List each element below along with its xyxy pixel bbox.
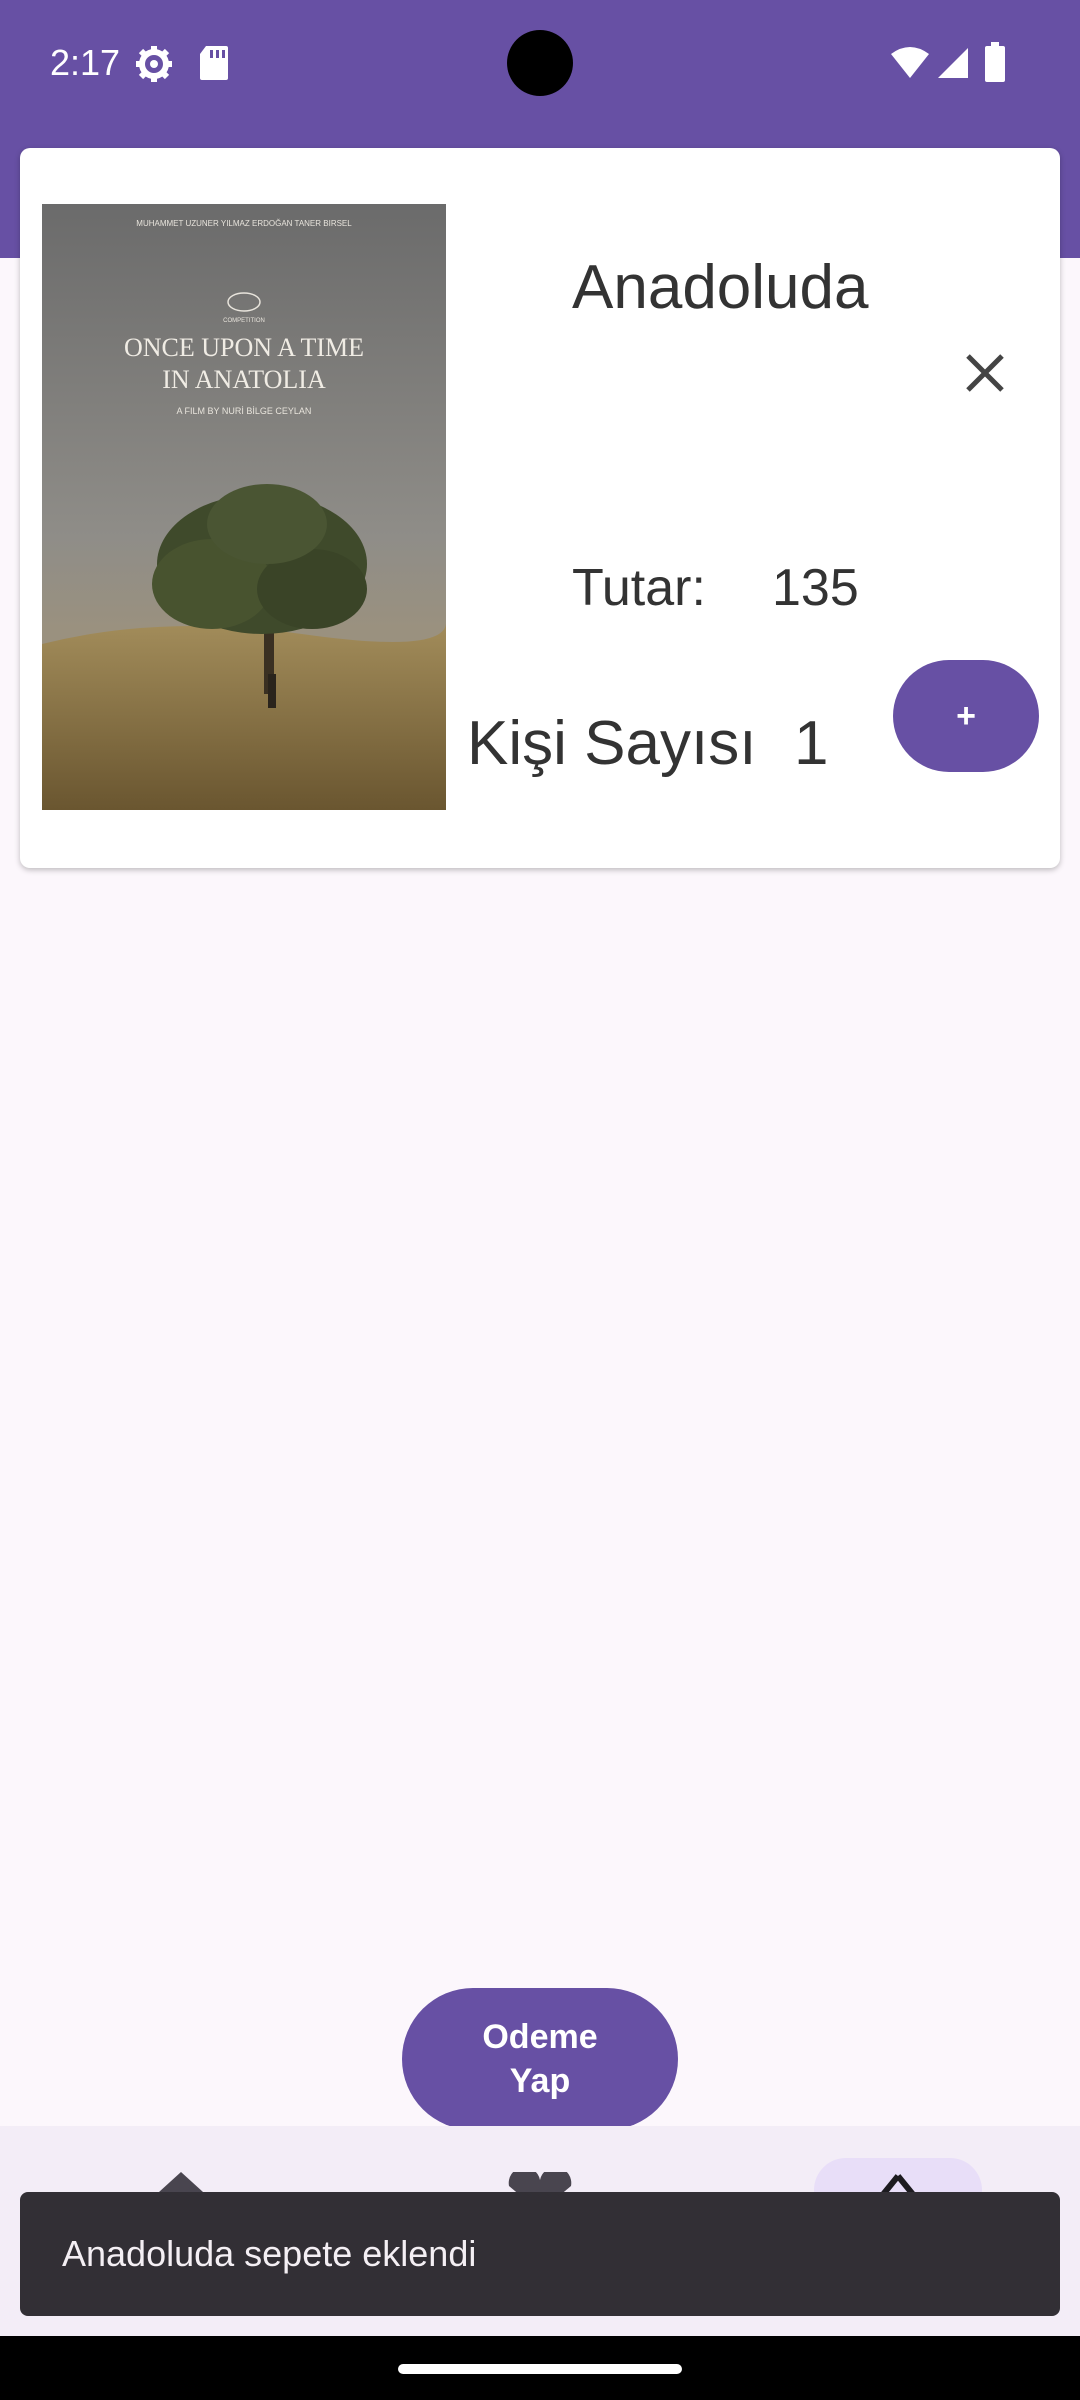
snackbar-message: Anadoluda sepete eklendi (62, 2233, 477, 2274)
increment-person-button[interactable]: + (893, 660, 1039, 772)
cart-item-card: MUHAMMET UZUNER YILMAZ ERDOĞAN TANER BIR… (20, 148, 1060, 868)
price-label: Tutar: (572, 559, 706, 617)
settings-icon (134, 44, 174, 89)
sd-card-icon (198, 44, 230, 87)
gesture-handle[interactable] (398, 2364, 682, 2374)
snackbar: Anadoluda sepete eklendi (20, 2192, 1060, 2316)
movie-title: Anadoluda (572, 253, 869, 322)
poster-director: A FILM BY NURİ BİLGE CEYLAN (177, 406, 312, 416)
pay-button-label: Odeme Yap (482, 2018, 598, 2100)
person-count-label: Kişi Sayısı (467, 709, 757, 778)
remove-item-button[interactable] (950, 338, 1020, 408)
wifi-icon (890, 46, 930, 85)
signal-icon (936, 46, 970, 85)
camera-cutout (507, 30, 573, 96)
poster-festival: COMPETITION (223, 318, 265, 324)
close-icon (966, 354, 1004, 392)
poster-title-line2: IN ANATOLIA (162, 365, 326, 394)
poster-title-line1: ONCE UPON A TIME (124, 333, 364, 362)
price-value: 135 (772, 559, 859, 617)
battery-icon (984, 42, 1006, 87)
poster-credits: MUHAMMET UZUNER YILMAZ ERDOĞAN TANER BIR… (136, 219, 352, 228)
movie-poster-image: MUHAMMET UZUNER YILMAZ ERDOĞAN TANER BIR… (42, 204, 446, 810)
status-time: 2:17 (50, 42, 121, 83)
person-count-value: 1 (794, 709, 829, 778)
pay-button[interactable]: Odeme Yap (402, 1988, 678, 2130)
